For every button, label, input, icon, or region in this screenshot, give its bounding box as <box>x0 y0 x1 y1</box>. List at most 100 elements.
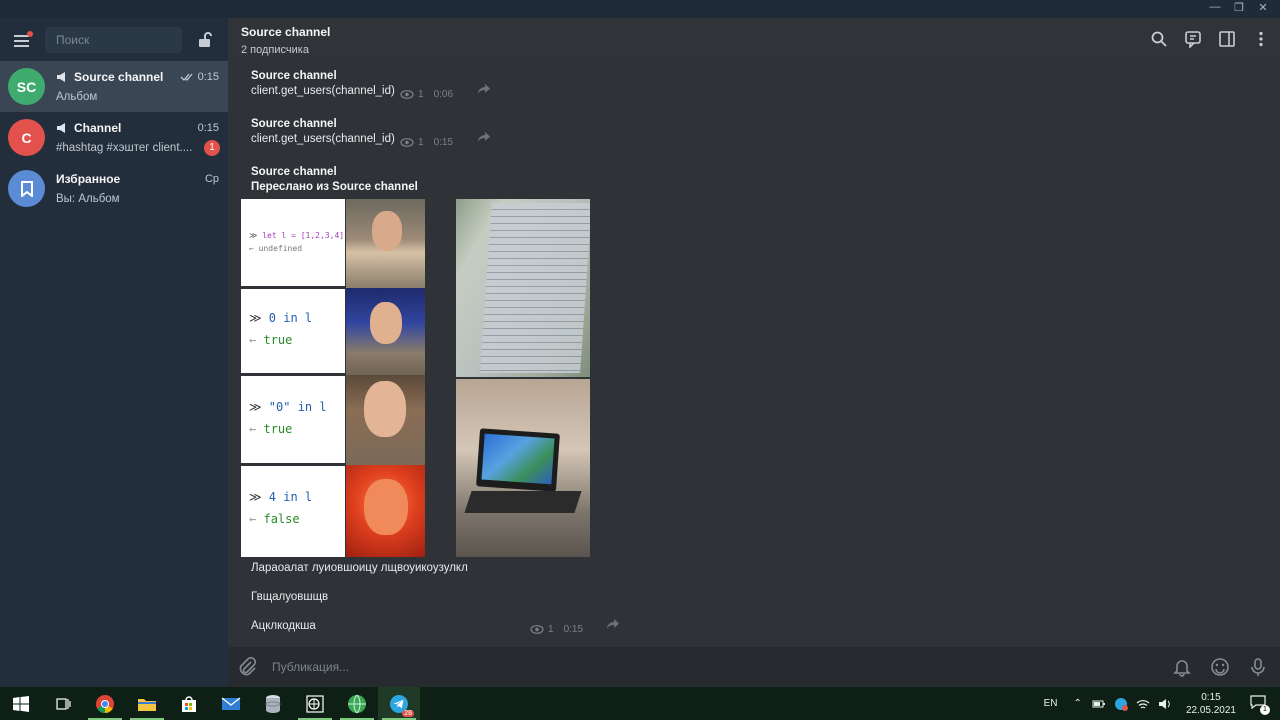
code-result: true <box>263 422 293 436</box>
share-icon[interactable] <box>477 131 491 143</box>
notification-dot <box>27 30 33 37</box>
eye-icon <box>530 625 544 634</box>
album-photo[interactable]: ≫ "0" in l ← true <box>241 376 345 463</box>
battery-icon[interactable] <box>1092 699 1106 709</box>
eye-icon <box>400 138 414 147</box>
task-view-button[interactable] <box>42 687 84 720</box>
share-icon[interactable] <box>606 618 620 630</box>
album-photo[interactable] <box>346 375 425 465</box>
album-photo[interactable] <box>346 465 425 557</box>
globe-icon <box>348 694 366 713</box>
clock[interactable]: 0:15 22.05.2021 <box>1186 691 1236 717</box>
message-text: client.get_users(channel_id) <box>251 133 395 145</box>
clock-date: 22.05.2021 <box>1185 704 1236 716</box>
clock-time: 0:15 <box>1201 691 1221 703</box>
chat-item-channel[interactable]: C Channel #hashtag #хэштег client.... 0:… <box>0 112 228 163</box>
code-expression: "0" in l <box>268 400 327 414</box>
album-photo[interactable] <box>456 379 590 557</box>
message-time: 0:15 <box>563 624 584 635</box>
view-count: 1 <box>418 137 424 148</box>
chat-title: Source channel <box>241 24 331 39</box>
avatar: SC <box>8 68 45 105</box>
wifi-icon[interactable] <box>1136 698 1150 710</box>
chat-time: 0:15 <box>197 122 219 134</box>
attach-icon[interactable] <box>238 657 258 677</box>
album-caption-line: Ацклкодкша <box>251 620 316 632</box>
album-photo[interactable] <box>346 199 425 288</box>
album-photo[interactable] <box>456 199 590 377</box>
mail-taskbar-button[interactable] <box>210 687 252 720</box>
emoji-icon[interactable] <box>1210 657 1230 677</box>
composer: Публикация... <box>228 647 1280 687</box>
database-icon <box>265 694 281 713</box>
chrome-icon <box>96 694 114 713</box>
megaphone-icon <box>57 72 65 82</box>
search-icon[interactable] <box>1150 30 1168 48</box>
chat-header[interactable]: Source channel 2 подписчика <box>228 18 1280 62</box>
chat-item-saved[interactable]: Избранное Вы: Альбом Ср <box>0 163 228 214</box>
minimize-button[interactable]: — <box>1206 1 1224 14</box>
windows-icon <box>13 695 29 712</box>
message-meta: 1 0:15 <box>530 624 583 635</box>
action-center-button[interactable]: 1 <box>1250 695 1270 715</box>
message-author: Source channel <box>251 70 337 82</box>
taskbar: 28 EN ⌃ 0:15 22.05.2021 1 <box>0 687 1280 720</box>
window-titlebar: — ❐ ✕ <box>0 0 1280 18</box>
megaphone-icon <box>57 123 65 133</box>
message-text: client.get_users(channel_id) <box>251 85 395 97</box>
code-result: false <box>263 512 300 526</box>
chat-name: Source channel <box>74 70 164 84</box>
search-input[interactable]: Поиск <box>45 26 182 53</box>
chat-preview: Альбом <box>56 91 98 103</box>
message[interactable]: Source channel client.get_users(channel_… <box>251 70 395 97</box>
telegram-tray-icon[interactable] <box>1114 697 1128 711</box>
chat-preview: Вы: Альбом <box>56 193 120 205</box>
album-photo[interactable] <box>346 288 425 375</box>
discussion-icon[interactable] <box>1184 30 1202 48</box>
more-icon[interactable] <box>1252 30 1270 48</box>
lock-icon[interactable] <box>196 31 214 49</box>
message[interactable]: Source channel client.get_users(channel_… <box>251 118 395 145</box>
view-count: 1 <box>548 624 554 635</box>
explorer-taskbar-button[interactable] <box>126 687 168 720</box>
folder-icon <box>138 698 156 711</box>
chat-preview: #hashtag #хэштег client.... <box>56 142 193 154</box>
restore-button[interactable]: ❐ <box>1230 1 1248 14</box>
message-input[interactable]: Публикация... <box>272 660 349 674</box>
volume-icon[interactable] <box>1158 698 1172 710</box>
browser-taskbar-button[interactable] <box>336 687 378 720</box>
unread-badge: 1 <box>204 140 220 156</box>
network-tool-taskbar-button[interactable] <box>294 687 336 720</box>
chrome-taskbar-button[interactable] <box>84 687 126 720</box>
code-result: undefined <box>258 244 303 253</box>
message-meta: 1 0:15 <box>400 137 453 148</box>
chat-item-source-channel[interactable]: SC Source channel Альбом 0:15 <box>0 61 228 112</box>
telegram-badge: 28 <box>402 710 414 717</box>
telegram-taskbar-button[interactable]: 28 <box>378 687 420 720</box>
message-list[interactable]: Source channel client.get_users(channel_… <box>228 62 1280 647</box>
message-time: 0:15 <box>433 137 454 148</box>
album-caption-line: Гвщалуовшщв <box>251 591 329 603</box>
album-photo[interactable]: ≫ 0 in l ← true <box>241 289 345 373</box>
message[interactable]: Source channel Переслано из Source chann… <box>251 166 418 196</box>
chevron-up-icon[interactable]: ⌃ <box>1074 698 1082 709</box>
bell-icon[interactable] <box>1172 657 1192 677</box>
avatar: C <box>8 119 45 156</box>
start-button[interactable] <box>0 687 42 720</box>
sidebar-toggle-icon[interactable] <box>1218 30 1236 48</box>
system-tray: EN ⌃ 0:15 22.05.2021 1 <box>1044 687 1280 720</box>
code-expression: let l = [1,2,3,4] <box>262 231 345 240</box>
photo-album[interactable]: ≫ let l = [1,2,3,4] ← undefined ≫ 0 in l… <box>241 199 590 557</box>
album-photo[interactable]: ≫ 4 in l ← false <box>241 466 345 557</box>
language-indicator[interactable]: EN <box>1044 698 1058 709</box>
task-view-icon <box>56 697 71 710</box>
menu-button[interactable] <box>10 28 34 52</box>
microphone-icon[interactable] <box>1248 657 1268 677</box>
share-icon[interactable] <box>477 83 491 95</box>
eye-icon <box>400 90 414 99</box>
store-taskbar-button[interactable] <box>168 687 210 720</box>
album-photo[interactable]: ≫ let l = [1,2,3,4] ← undefined <box>241 199 345 286</box>
close-button[interactable]: ✕ <box>1254 1 1272 14</box>
database-taskbar-button[interactable] <box>252 687 294 720</box>
message-time: 0:06 <box>433 89 454 100</box>
